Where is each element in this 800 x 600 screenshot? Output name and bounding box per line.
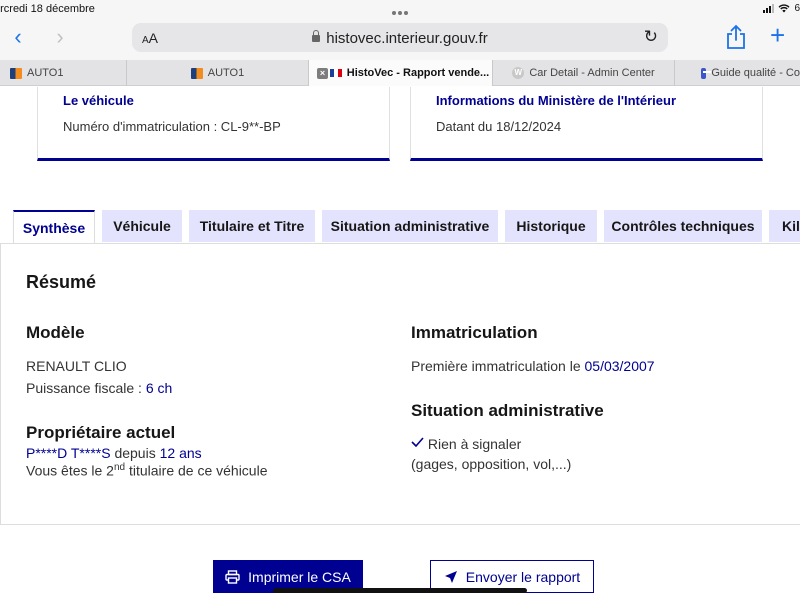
document-icon <box>701 67 712 79</box>
browser-tab-guide-qualite[interactable]: Guide qualité - Co <box>674 60 800 86</box>
tab-situation-administrative[interactable]: Situation administrative <box>322 210 498 242</box>
multitasking-dots-icon[interactable] <box>392 6 410 18</box>
situation-status: Rien à signaler <box>411 436 521 452</box>
signal-icon <box>763 4 775 13</box>
model-value: RENAULT CLIO <box>26 358 127 374</box>
vehicle-card-title: Le véhicule <box>63 93 134 108</box>
situation-heading: Situation administrative <box>411 401 604 420</box>
ownership-duration: 12 ans <box>159 445 202 461</box>
registration-number: Numéro d'immatriculation : CL-9**-BP <box>63 119 281 134</box>
ministry-card-title: Informations du Ministère de l'Intérieur <box>436 93 677 108</box>
summary-title: Résumé <box>26 272 97 292</box>
browser-tab-auto1-2[interactable]: AUTO1 <box>126 60 308 86</box>
tab-vehicule[interactable]: Véhicule <box>102 210 182 242</box>
browser-tab-bar: AUTO1 AUTO1 × HistoVec - Rapport vende..… <box>0 60 800 86</box>
home-indicator[interactable] <box>273 588 527 593</box>
forward-icon[interactable]: › <box>48 26 72 50</box>
status-date: ercredi 18 décembre <box>0 3 95 15</box>
share-icon[interactable] <box>724 24 748 50</box>
browser-tab-histovec[interactable]: × HistoVec - Rapport vende... <box>308 60 492 86</box>
checkmark-icon <box>411 437 424 448</box>
tab-controles-techniques[interactable]: Contrôles techniques <box>604 210 762 242</box>
ministry-card: Informations du Ministère de l'Intérieur… <box>410 87 763 161</box>
send-icon <box>444 570 457 583</box>
browser-tab-car-detail[interactable]: W Car Detail - Admin Center <box>492 60 674 86</box>
fiscal-power: Puissance fiscale : 6 ch <box>26 380 173 396</box>
first-registration: Première immatriculation le 05/03/2007 <box>411 358 655 374</box>
auto1-icon <box>10 67 22 79</box>
close-tab-icon[interactable]: × <box>317 67 328 79</box>
first-registration-date: 05/03/2007 <box>584 358 655 374</box>
modele-heading: Modèle <box>26 323 85 342</box>
system-indicators: 6 <box>763 3 800 14</box>
wifi-icon <box>778 4 790 13</box>
owner-name: P****D T****S <box>26 445 111 461</box>
address-bar[interactable]: AAAA histovec.interieur.gouv.fr ↻ <box>132 23 668 52</box>
lock-icon <box>312 30 321 42</box>
back-icon[interactable]: ‹ <box>6 26 30 50</box>
browser-toolbar: ‹ › AAAA histovec.interieur.gouv.fr ↻ + <box>0 18 800 60</box>
vehicle-card: Le véhicule Numéro d'immatriculation : C… <box>37 87 390 161</box>
reload-icon[interactable]: ↻ <box>644 27 658 47</box>
battery-level: 6 <box>794 3 800 14</box>
status-bar: ercredi 18 décembre 6 <box>0 0 800 18</box>
tab-synthese[interactable]: Synthèse <box>13 210 95 244</box>
fiscal-power-value: 6 ch <box>145 380 173 396</box>
new-tab-icon[interactable]: + <box>770 22 785 48</box>
browser-tab-auto1-1[interactable]: AUTO1 <box>0 60 126 86</box>
tab-historique[interactable]: Historique <box>505 210 597 242</box>
situation-details: (gages, opposition, vol,...) <box>411 456 572 472</box>
printer-icon <box>225 569 240 584</box>
report-tabs: Synthèse Véhicule Titulaire et Titre Sit… <box>13 210 800 244</box>
synthese-panel: Résumé Modèle RENAULT CLIO Puissance fis… <box>0 243 800 525</box>
auto1-icon <box>190 67 203 79</box>
tab-titulaire-titre[interactable]: Titulaire et Titre <box>189 210 315 242</box>
report-date: Datant du 18/12/2024 <box>436 119 562 134</box>
tab-kilometrage[interactable]: Kilo <box>769 210 800 242</box>
french-flag-icon <box>329 69 342 77</box>
owner-rank: Vous êtes le 2nd titulaire de ce véhicul… <box>26 462 268 479</box>
w-letter-icon: W <box>512 67 525 79</box>
proprietaire-heading: Propriétaire actuel <box>26 423 176 442</box>
page-content: Le véhicule Numéro d'immatriculation : C… <box>0 87 800 600</box>
owner-line: P****D T****S depuis 12 ans <box>26 445 202 461</box>
url-text[interactable]: histovec.interieur.gouv.fr <box>132 30 668 47</box>
immatriculation-heading: Immatriculation <box>411 323 538 342</box>
